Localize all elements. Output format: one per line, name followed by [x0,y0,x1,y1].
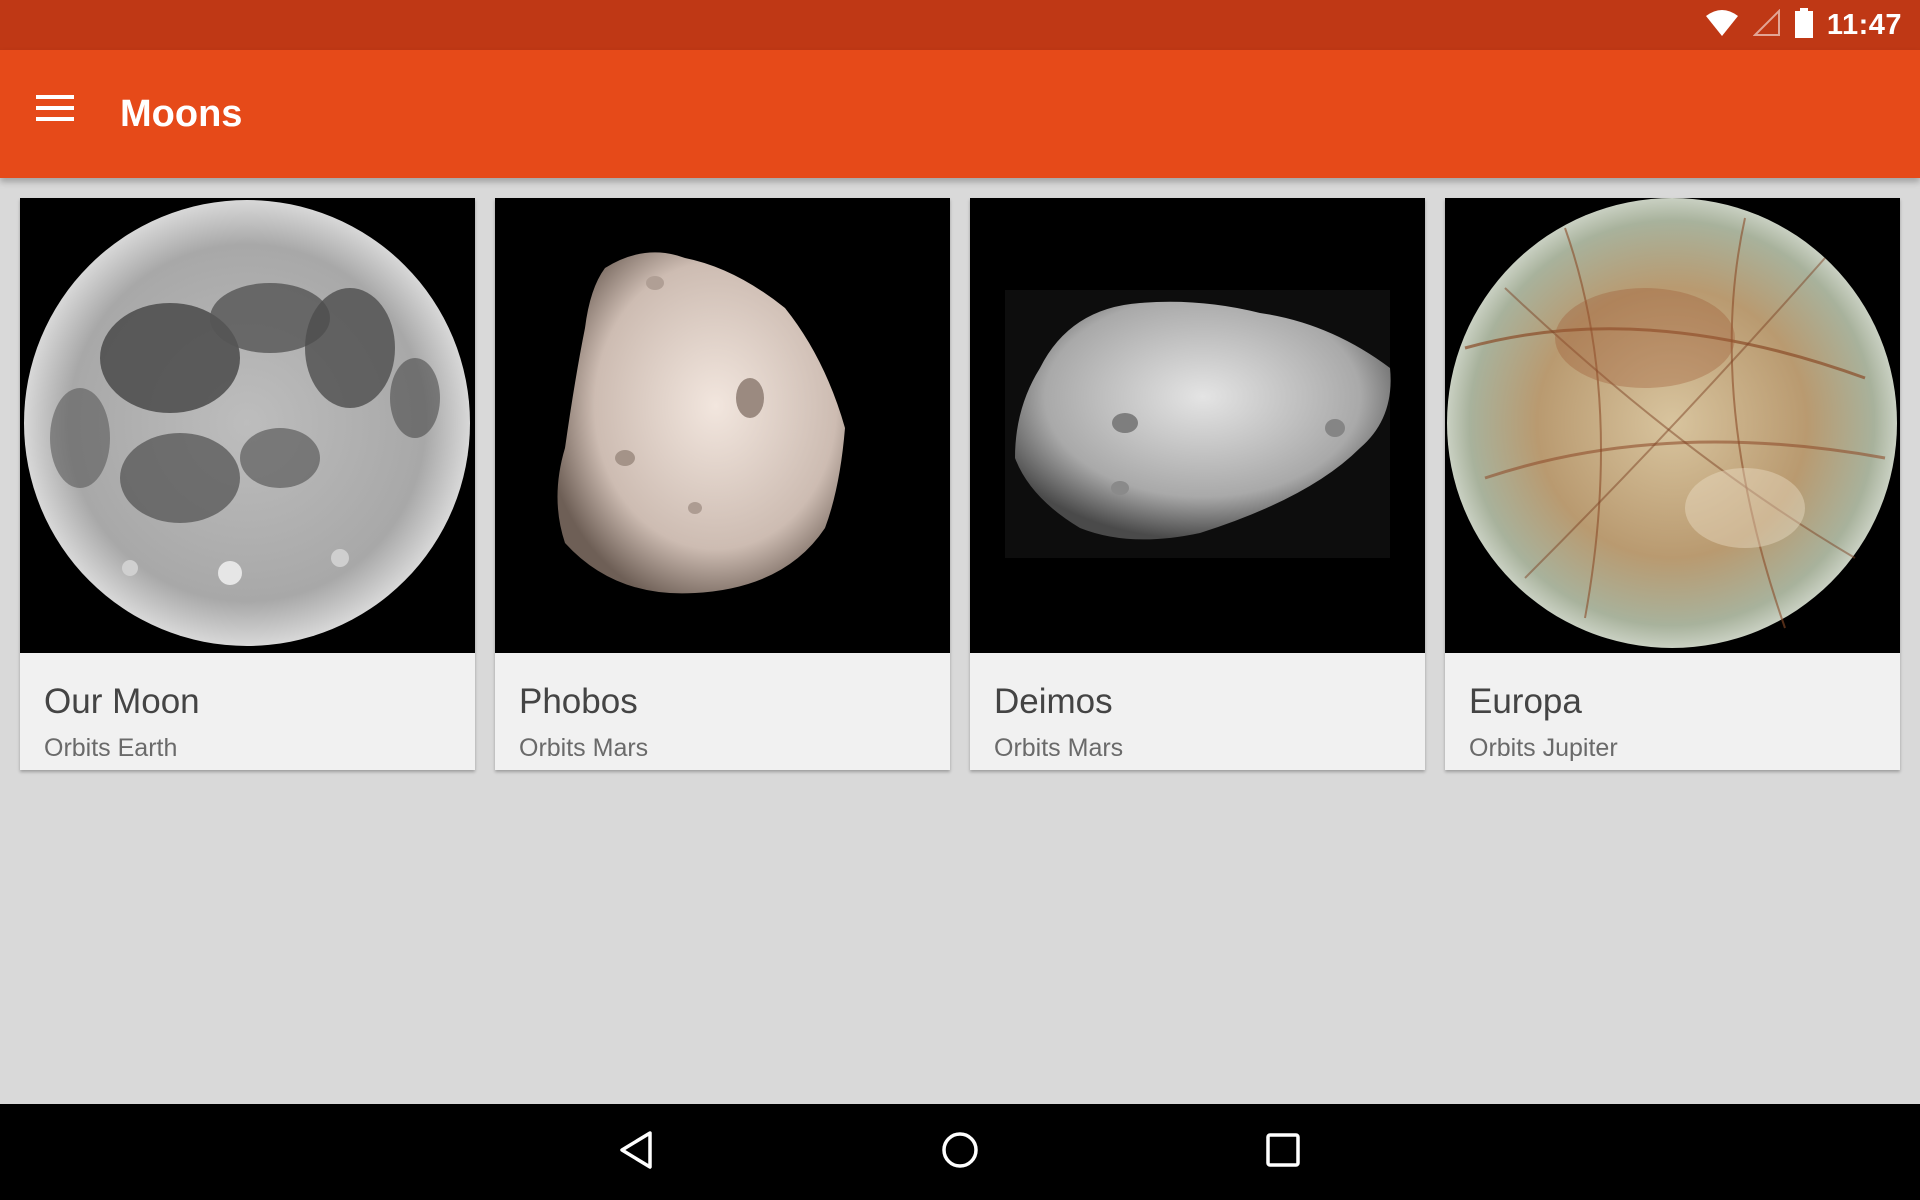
back-icon [618,1130,654,1175]
moon-card-europa[interactable]: Europa Orbits Jupiter [1445,198,1900,770]
menu-button[interactable] [20,74,92,146]
moon-name: Europa [1469,682,1582,721]
app-bar: Moons [0,50,1920,178]
moon-orbit: Orbits Jupiter [1469,734,1618,762]
moon-image-deimos [970,198,1425,653]
moon-image-europa [1445,198,1900,653]
wifi-icon [1705,9,1739,42]
moon-image-our-moon [20,198,475,653]
recents-icon [1265,1132,1301,1173]
moon-card-deimos[interactable]: Deimos Orbits Mars [970,198,1425,770]
recents-button[interactable] [1253,1122,1313,1182]
home-button[interactable] [930,1122,990,1182]
menu-icon [36,93,76,128]
moon-image-phobos [495,198,950,653]
moon-card-phobos[interactable]: Phobos Orbits Mars [495,198,950,770]
back-button[interactable] [606,1122,666,1182]
app-title: Moons [120,93,243,135]
moon-orbit: Orbits Mars [994,734,1124,762]
status-bar: 11:47 [0,0,1920,50]
status-icons: 11:47 [1705,0,1902,50]
navigation-bar [0,1104,1920,1200]
moon-name: Phobos [519,682,638,721]
moon-orbit: Orbits Earth [44,734,178,762]
battery-icon [1794,7,1813,43]
moon-name: Deimos [994,682,1113,721]
moon-grid: Our Moon Orbits Earth Phobos Orbits Mars… [0,178,1920,1104]
status-time: 11:47 [1826,8,1902,41]
cell-signal-icon [1752,8,1781,42]
moon-name: Our Moon [44,682,200,721]
home-icon [940,1130,980,1175]
moon-card-our-moon[interactable]: Our Moon Orbits Earth [20,198,475,770]
moon-orbit: Orbits Mars [519,734,649,762]
